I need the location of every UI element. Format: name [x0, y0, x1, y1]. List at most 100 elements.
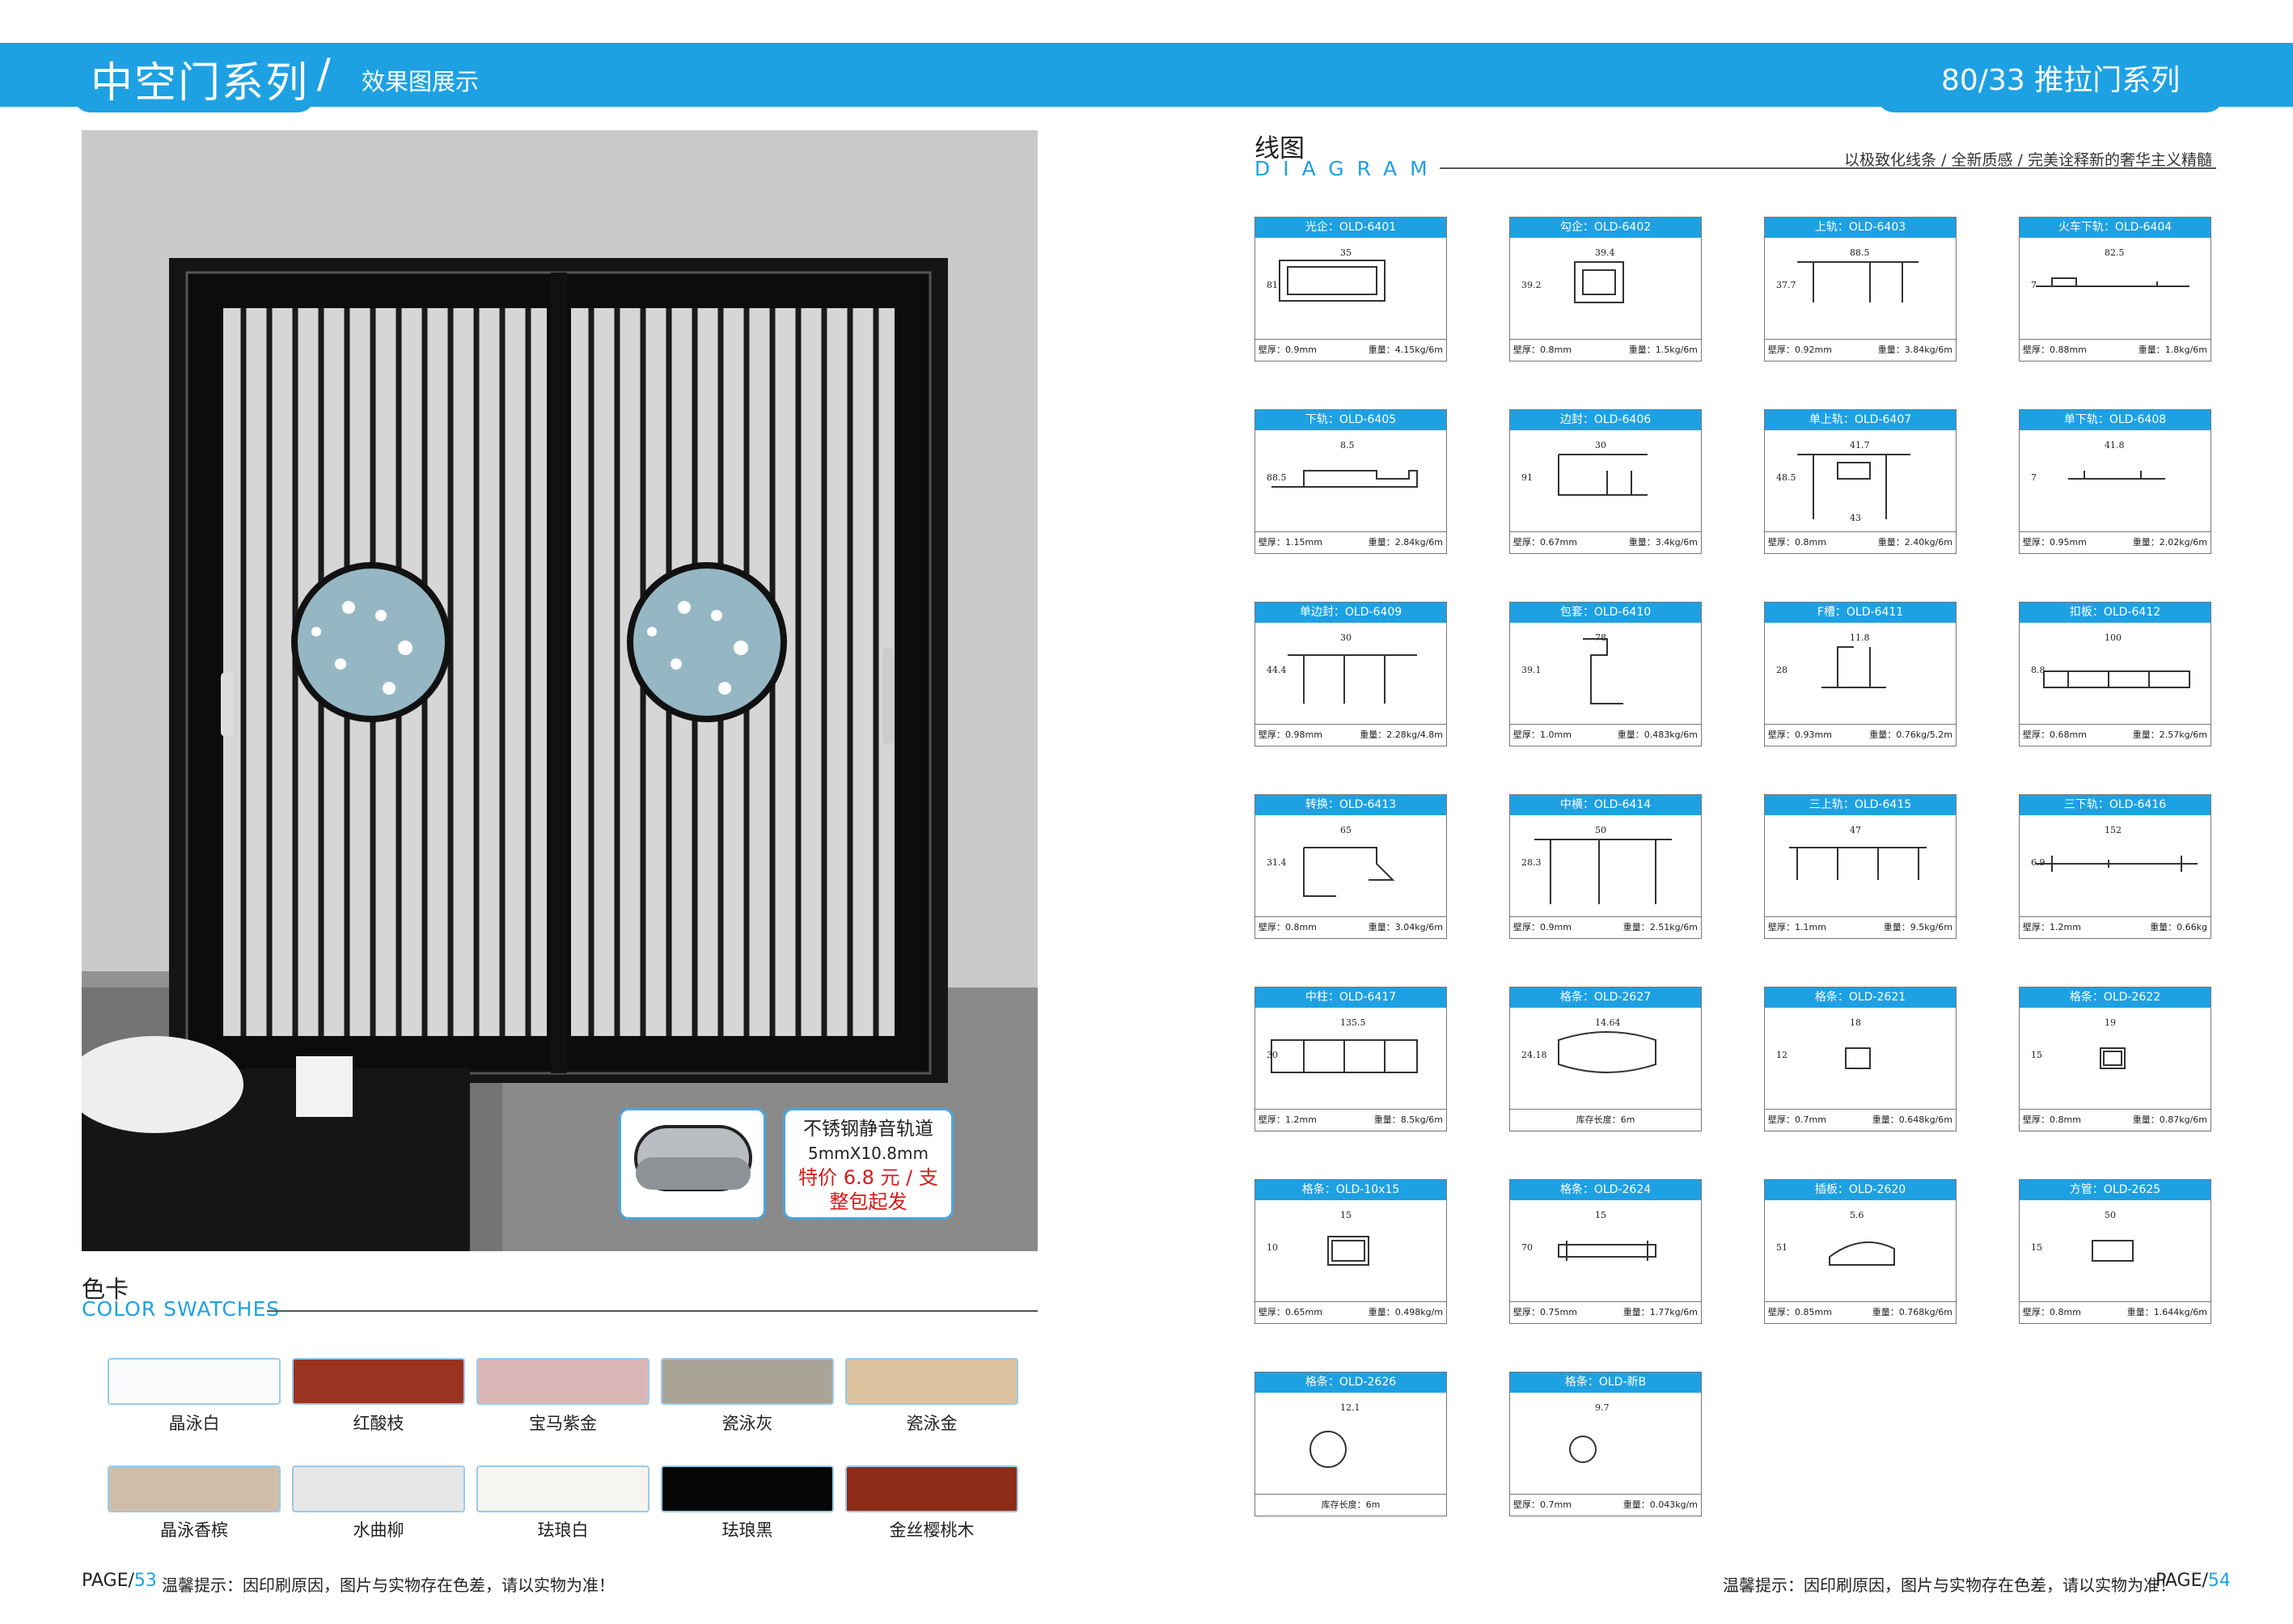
profile-specs: 壁厚：0.8mm 重量：1.644kg/6m	[2020, 1301, 2211, 1322]
profile-drawing: 8.5 88.5	[1255, 430, 1446, 531]
rail-note: 整包起发	[829, 1191, 907, 1213]
wall-thickness: 壁厚：0.98mm	[1259, 730, 1322, 740]
wall-thickness: 壁厚：0.88mm	[2023, 345, 2087, 355]
weight: 重量：3.84kg/6m	[1877, 345, 1952, 355]
profile-drawing: 11.8 28	[1765, 623, 1956, 724]
notice-left: 温馨提示：因印刷原因，图片与实物存在色差，请以实物为准！	[162, 1575, 615, 1595]
svg-text:10: 10	[1267, 1242, 1278, 1253]
diagram-subtitle: DIAGRAM	[1254, 157, 1441, 180]
svg-text:48.5: 48.5	[1776, 472, 1796, 483]
profile-card: 方管：OLD-2625 50 15 壁厚：0.8mm 重量：1.644kg/6m	[2019, 1179, 2211, 1324]
swatch-label: 瓷泳灰	[721, 1414, 773, 1433]
color-swatch	[108, 1465, 281, 1512]
wall-thickness: 壁厚：0.8mm	[1768, 537, 1826, 548]
color-swatch	[292, 1465, 465, 1512]
svg-text:28: 28	[1776, 665, 1787, 675]
wall-thickness: 壁厚：1.1mm	[1768, 922, 1826, 933]
wall-thickness: 壁厚：1.2mm	[1259, 1114, 1317, 1125]
profile-specs: 壁厚：1.2mm 重量：0.66kg	[2020, 916, 2211, 937]
weight: 重量：0.87kg/6m	[2132, 1114, 2207, 1125]
swatch-label: 宝马紫金	[529, 1414, 597, 1433]
profile-card: 中柱：OLD-6417 135.5 30 壁厚：1.2mm 重量：8.5kg/6m	[1254, 987, 1447, 1131]
profile-specs: 壁厚：0.67mm 重量：3.4kg/6m	[1510, 531, 1701, 552]
svg-text:50: 50	[1595, 825, 1606, 835]
svg-text:35: 35	[1340, 247, 1352, 258]
svg-text:18: 18	[1850, 1017, 1861, 1028]
swatch-label: 瓷泳金	[906, 1414, 958, 1433]
wall-thickness: 壁厚：0.9mm	[1513, 922, 1572, 933]
profile-card: 格条：OLD-新B 9.7 壁厚：0.7mm 重量：0.043kg/m	[1509, 1372, 1702, 1516]
wall-thickness: 库存长度：6m	[1576, 1114, 1635, 1125]
swatch-label: 晶泳香槟	[160, 1520, 228, 1540]
weight: 重量：1.5kg/6m	[1628, 345, 1698, 355]
svg-text:30: 30	[1595, 440, 1606, 450]
profile-title: 格条：OLD-2622	[2020, 988, 2211, 1008]
svg-text:6.9: 6.9	[2031, 857, 2046, 868]
swatch-label: 金丝樱桃木	[889, 1520, 975, 1540]
profile-specs: 壁厚：0.85mm 重量：0.768kg/6m	[1765, 1301, 1956, 1322]
profile-title: 格条：OLD-2627	[1510, 988, 1701, 1008]
weight: 重量：3.04kg/6m	[1368, 922, 1443, 933]
profile-card: 单边封：OLD-6409 30 44.4 壁厚：0.98mm 重量：2.28kg/4.8…	[1254, 602, 1447, 746]
profile-title: 勾企：OLD-6402	[1510, 218, 1701, 238]
color-swatch	[845, 1465, 1018, 1512]
wall-thickness: 壁厚：0.92mm	[1768, 345, 1832, 355]
weight: 重量：9.5kg/6m	[1883, 922, 1952, 933]
profile-drawing: 135.5 30	[1255, 1008, 1446, 1109]
weight: 重量：4.15kg/6m	[1368, 345, 1443, 355]
profile-specs: 库存长度：6m	[1510, 1109, 1701, 1130]
swatch-label: 晶泳白	[168, 1414, 220, 1433]
profile-title: 格条：OLD-新B	[1510, 1372, 1701, 1393]
svg-text:12: 12	[1776, 1050, 1787, 1060]
profile-title: 转换：OLD-6413	[1255, 795, 1446, 815]
svg-text:15: 15	[1595, 1210, 1606, 1220]
svg-text:41.8: 41.8	[2105, 440, 2125, 450]
swatch-label: 珐琅黑	[721, 1520, 773, 1540]
profile-drawing: 39.4 39.2	[1510, 238, 1701, 339]
door-photo	[82, 130, 1038, 1251]
svg-text:37.7: 37.7	[1776, 280, 1796, 290]
svg-text:31.4: 31.4	[1267, 857, 1287, 868]
wall-thickness: 壁厚：1.0mm	[1513, 730, 1572, 740]
svg-text:78: 78	[1595, 632, 1606, 643]
svg-text:39.1: 39.1	[1521, 665, 1542, 675]
profile-specs: 壁厚：0.8mm 重量：0.87kg/6m	[2020, 1109, 2211, 1130]
svg-text:81: 81	[1267, 280, 1278, 290]
profile-drawing: 50 28.3	[1510, 815, 1701, 916]
svg-text:9.7: 9.7	[1595, 1402, 1610, 1413]
svg-text:43: 43	[1850, 513, 1861, 523]
profile-card: 格条：OLD-10x15 15 10 壁厚：0.65mm 重量：0.498kg/m	[1254, 1179, 1447, 1324]
wall-thickness: 壁厚：0.95mm	[2023, 537, 2087, 548]
weight: 重量：0.043kg/m	[1622, 1499, 1698, 1510]
profile-title: 中柱：OLD-6417	[1255, 988, 1446, 1008]
profile-drawing: 18 12	[1765, 1008, 1956, 1109]
svg-text:30: 30	[1267, 1050, 1278, 1060]
svg-text:7: 7	[2031, 280, 2037, 290]
profile-drawing: 12.1	[1255, 1393, 1446, 1494]
profile-drawing: 152 6.9	[2020, 815, 2211, 916]
svg-text:39.4: 39.4	[1595, 247, 1615, 258]
wall-thickness: 壁厚：0.8mm	[2023, 1114, 2081, 1125]
profile-title: 三下轨：OLD-6416	[2020, 795, 2211, 815]
profile-card: 格条：OLD-2626 12.1 库存长度：6m	[1254, 1372, 1447, 1516]
profile-title: 三上轨：OLD-6415	[1765, 795, 1956, 815]
weight: 重量：1.644kg/6m	[2126, 1307, 2207, 1317]
profile-card: 上轨：OLD-6403 88.5 37.7 壁厚：0.92mm 重量：3.84kg/6m	[1764, 217, 1957, 362]
svg-text:12.1: 12.1	[1340, 1402, 1360, 1413]
wall-thickness: 壁厚：0.65mm	[1259, 1307, 1322, 1317]
svg-text:100: 100	[2105, 632, 2122, 643]
weight: 重量：0.66kg	[2150, 922, 2207, 933]
svg-text:51: 51	[1776, 1242, 1787, 1253]
svg-text:152: 152	[2105, 825, 2122, 835]
page-subtitle: 效果图展示	[362, 68, 480, 95]
profile-drawing: 15 10	[1255, 1200, 1446, 1301]
svg-text:50: 50	[2105, 1210, 2116, 1220]
profile-title: 包套：OLD-6410	[1510, 603, 1701, 623]
profile-card: F槽：OLD-6411 11.8 28 壁厚：0.93mm 重量：0.76kg/5.2m	[1764, 602, 1957, 746]
profile-specs: 壁厚：0.88mm 重量：1.8kg/6m	[2020, 339, 2211, 360]
weight: 重量：2.84kg/6m	[1368, 537, 1443, 548]
profile-title: 上轨：OLD-6403	[1765, 218, 1956, 238]
profile-card: 中横：OLD-6414 50 28.3 壁厚：0.9mm 重量：2.51kg/6m	[1509, 794, 1702, 939]
profile-specs: 壁厚：0.93mm 重量：0.76kg/5.2m	[1765, 724, 1956, 745]
profile-title: 边封：OLD-6406	[1510, 410, 1701, 430]
